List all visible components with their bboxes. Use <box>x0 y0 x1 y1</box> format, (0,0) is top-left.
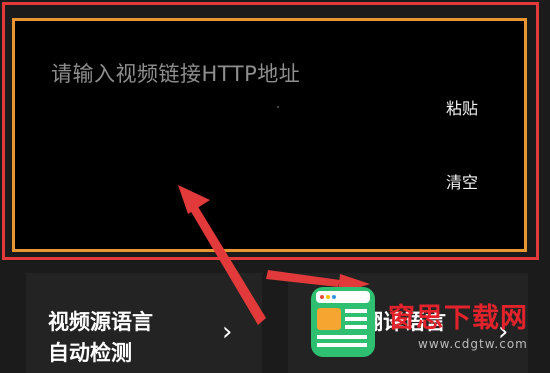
watermark-logo-icon <box>311 287 375 357</box>
watermark-text: 窗思下载网 <box>388 303 528 334</box>
watermark-url: www.cdgtw.com <box>418 337 528 351</box>
arrow-to-input <box>178 185 266 325</box>
